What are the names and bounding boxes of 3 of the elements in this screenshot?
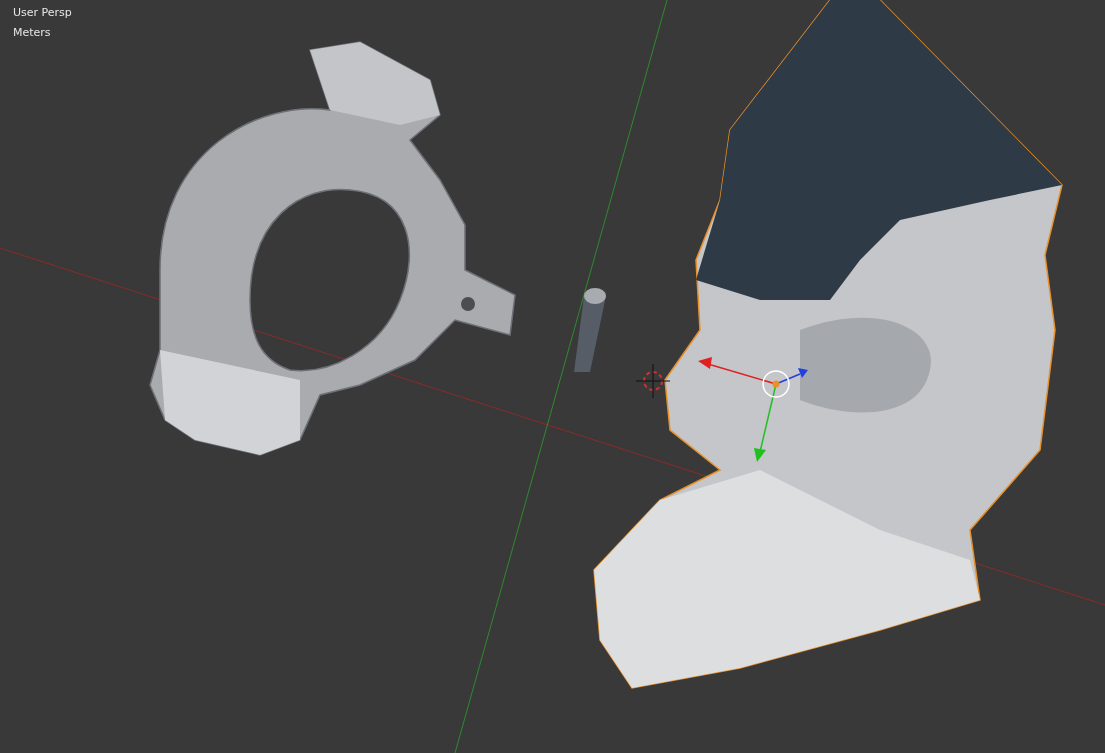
- cursor-icon: [635, 363, 671, 399]
- units-label: Meters: [13, 25, 52, 41]
- view-label: User Persp: [13, 5, 72, 21]
